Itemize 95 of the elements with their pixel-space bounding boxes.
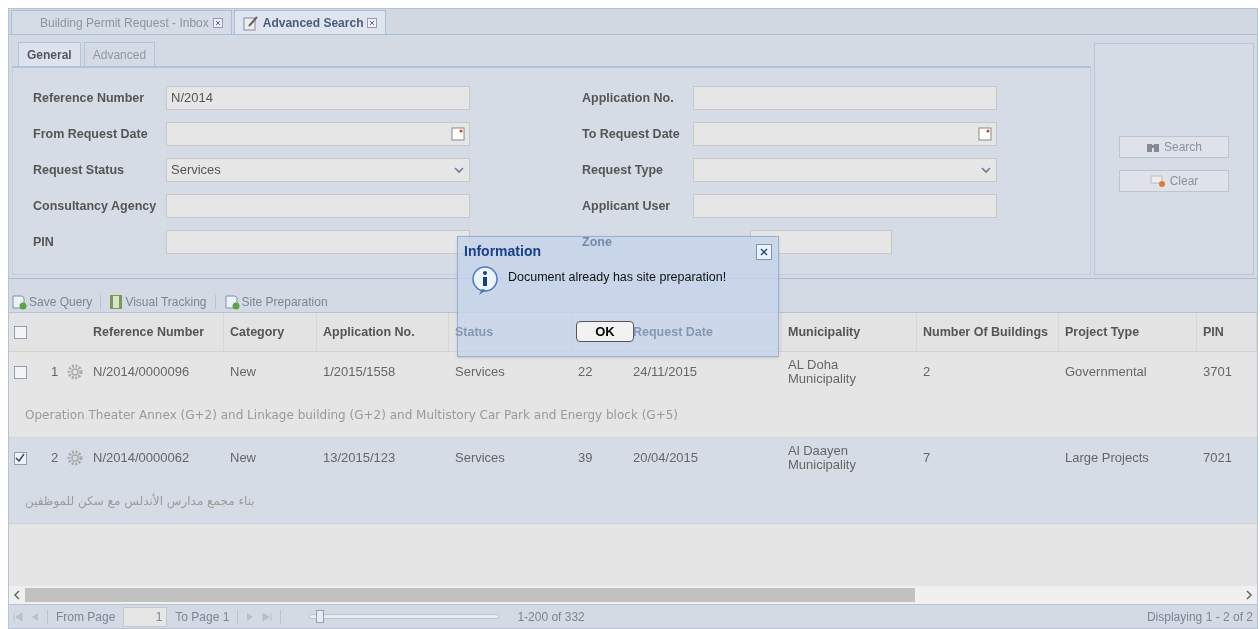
field-label: Request Status <box>33 161 125 179</box>
calendar-icon <box>451 127 465 141</box>
edit-document-icon <box>242 14 259 31</box>
table-cell-text: 3701 <box>1203 365 1233 379</box>
column-header: Project Type <box>1065 323 1140 341</box>
gear-icon[interactable] <box>66 450 83 466</box>
table-cell-text: Services <box>455 365 506 379</box>
table-cell-text: 24/11/2015 <box>633 365 699 379</box>
caret-icon <box>453 166 465 174</box>
horizontal-scrollbar[interactable] <box>9 586 1257 604</box>
tab[interactable]: Advanced <box>83 42 156 66</box>
column-header: Number Of Buildings <box>923 323 1048 341</box>
field-label: From Request Date <box>33 125 149 143</box>
input-field[interactable] <box>693 86 997 110</box>
table-cell-text: 20/04/2015 <box>633 451 700 465</box>
table-cell-text: New <box>230 365 257 379</box>
table-cell-text: N/2014/0000062 <box>93 451 191 465</box>
dialog-message: Document already has site preparation! <box>508 269 727 286</box>
field-label: Zone <box>582 233 613 251</box>
eraser-icon <box>1149 175 1166 187</box>
dropdown-field[interactable] <box>693 158 997 182</box>
table-cell-text: 2 <box>923 365 932 379</box>
tab[interactable]: Advanced Search <box>233 10 387 34</box>
column-header: PIN <box>1203 323 1224 341</box>
table-cell-text: 7 <box>923 451 932 465</box>
dialog-title: Information <box>464 242 541 261</box>
dropdown-field[interactable]: Services <box>166 158 470 182</box>
input-field[interactable]: N/2014 <box>166 86 470 110</box>
table-cell-text: Services <box>455 451 506 465</box>
column-header: Category <box>230 323 285 341</box>
field-label: PIN <box>33 233 55 251</box>
field-label: Reference Number <box>33 89 146 107</box>
field-label: Application No. <box>582 89 675 107</box>
page-input[interactable]: 1 <box>123 606 168 627</box>
page-label: To Page 1 <box>175 608 230 626</box>
record-range: 1-200 of 332 <box>517 608 585 626</box>
column-header: Status <box>455 323 494 341</box>
close-icon <box>367 17 378 28</box>
table-cell-text: N/2014/0000096 <box>93 365 191 379</box>
toolbar-button[interactable]: Save Query <box>11 292 93 311</box>
checkbox[interactable] <box>13 365 27 379</box>
last-page-icon[interactable] <box>262 611 273 622</box>
document-add-icon <box>11 293 27 310</box>
table-cell-text: 22 <box>578 365 594 379</box>
slider-thumb[interactable] <box>315 610 324 623</box>
column-header: Application No. <box>323 323 415 341</box>
table-cell-text: New <box>230 451 257 465</box>
tab[interactable]: Building Permit Request - Inbox <box>11 10 232 34</box>
search-button[interactable]: Search <box>1119 136 1229 158</box>
checkbox[interactable] <box>13 451 27 465</box>
row-number: 1 <box>51 363 59 382</box>
table-cell-text: Large Projects <box>1065 451 1150 465</box>
previous-page-icon[interactable] <box>31 611 39 622</box>
table-cell-text: AL Doha Municipality <box>788 358 857 386</box>
field-label: Applicant User <box>582 197 672 215</box>
description-text: بناء مجمع مدارس الأندلس مع سكن للموظفين <box>25 492 255 510</box>
chevron-left-icon <box>13 590 21 600</box>
tab[interactable]: General <box>18 42 81 66</box>
field-label: To Request Date <box>582 125 681 143</box>
binoculars-icon <box>1146 141 1160 153</box>
ok-button[interactable]: OK <box>576 321 634 342</box>
gear-icon[interactable] <box>66 364 83 380</box>
checkbox[interactable] <box>13 325 27 339</box>
table-cell-text: 7021 <box>1203 451 1233 465</box>
date-field[interactable] <box>693 122 997 146</box>
field-label: Consultancy Agency <box>33 197 158 215</box>
chevron-right-icon <box>1245 590 1253 600</box>
calendar-icon <box>978 127 992 141</box>
table-cell-text: 13/2015/123 <box>323 451 397 465</box>
table-cell-text: Governmental <box>1065 365 1148 379</box>
next-page-icon[interactable] <box>246 611 255 622</box>
column-header: Reference Number <box>93 323 205 341</box>
row-number: 2 <box>51 449 59 468</box>
caret-icon <box>980 166 992 174</box>
table-cell-text: Al Daayen Municipality <box>788 444 857 472</box>
input-field[interactable] <box>166 194 470 218</box>
close-icon <box>212 17 223 28</box>
field-label: Request Type <box>582 161 665 179</box>
column-header: Municipality <box>788 323 861 341</box>
toolbar-button[interactable]: Site Preparation <box>223 292 328 311</box>
page-label: From Page <box>56 608 116 626</box>
table-cell-text: 39 <box>578 451 594 465</box>
clear-button[interactable]: Clear <box>1119 170 1229 192</box>
date-field[interactable] <box>166 122 470 146</box>
film-icon <box>109 293 124 310</box>
close-button[interactable] <box>756 243 772 260</box>
table-cell-text: 1/2015/1558 <box>323 365 397 379</box>
info-icon <box>472 266 498 296</box>
display-summary: Displaying 1 - 2 of 2 <box>1146 608 1253 626</box>
toolbar-button[interactable]: Visual Tracking <box>109 292 207 311</box>
input-field[interactable] <box>693 194 997 218</box>
close-icon <box>759 246 769 257</box>
description-text: Operation Theater Annex (G+2) and Linkage building (G+2) and Multistory Car Park and Energy block (G+5) <box>25 406 678 424</box>
document-add-icon <box>223 293 240 310</box>
first-page-icon[interactable] <box>13 611 23 622</box>
